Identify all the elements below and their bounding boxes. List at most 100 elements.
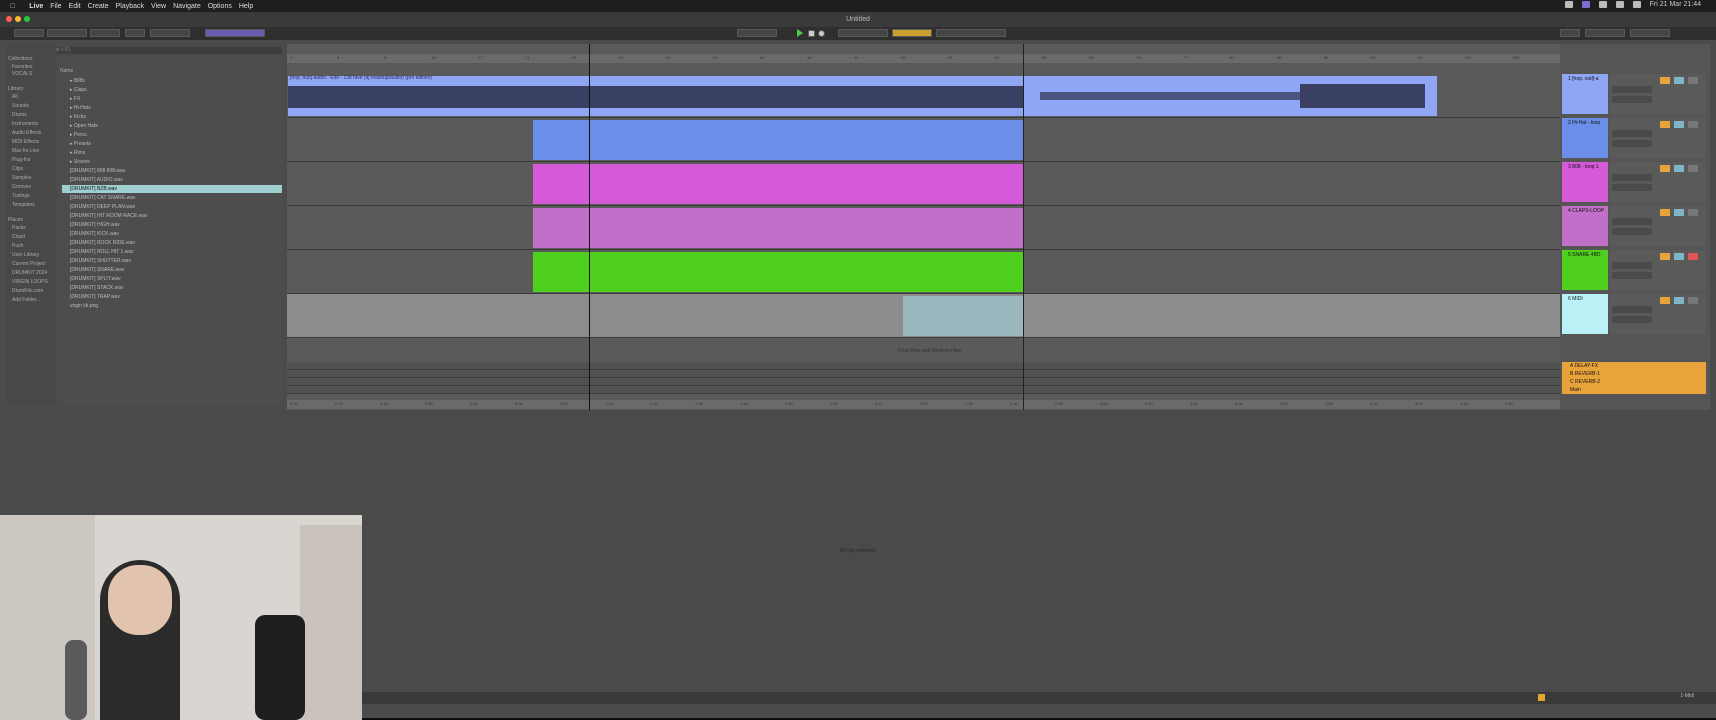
return-track-header[interactable]: A DELAY-FX xyxy=(1562,362,1706,370)
menubar-clock[interactable]: Fri 21 Mar 21:44 xyxy=(1650,1,1701,8)
places-item[interactable]: DRUMKIT 2024 xyxy=(12,270,47,276)
library-item[interactable]: Drums xyxy=(12,112,27,118)
solo-button[interactable] xyxy=(1674,297,1684,304)
file-item[interactable]: [DRUMKIT] BZB.wav xyxy=(62,185,282,193)
monitor-select[interactable] xyxy=(1612,140,1652,147)
file-item[interactable]: [DRUMKIT] DEEP PLAN.wav xyxy=(70,203,135,211)
solo-button[interactable] xyxy=(1674,209,1684,216)
file-item[interactable]: virgin kit.png xyxy=(70,302,98,310)
folder-item[interactable]: ▸ Hi-Hats xyxy=(70,104,91,112)
library-item[interactable]: Max for Live xyxy=(12,148,39,154)
arm-button[interactable] xyxy=(1688,253,1698,260)
midi-clip[interactable] xyxy=(533,120,1023,160)
menu-edit[interactable]: Edit xyxy=(69,3,81,10)
track-header[interactable]: 6 MIDI xyxy=(1562,294,1608,334)
solo-button[interactable] xyxy=(1674,77,1684,84)
monitor-select[interactable] xyxy=(1612,228,1652,235)
places-item[interactable]: Packs xyxy=(12,225,26,231)
places-item[interactable]: Add Folder... xyxy=(12,297,40,303)
return-lane[interactable] xyxy=(287,386,1560,394)
monitor-select[interactable] xyxy=(1612,272,1652,279)
library-item[interactable]: MIDI Effects xyxy=(12,139,39,145)
places-item[interactable]: VIRGIN LOOPS xyxy=(12,279,48,285)
arm-button[interactable] xyxy=(1688,209,1698,216)
minimize-icon[interactable] xyxy=(15,16,21,22)
metronome-button[interactable] xyxy=(125,29,145,37)
track-activator-button[interactable] xyxy=(1660,297,1670,304)
track-header[interactable]: 2 Hi-Hat - loop xyxy=(1562,118,1608,158)
menu-app[interactable]: Live xyxy=(29,3,43,10)
maximize-icon[interactable] xyxy=(24,16,30,22)
file-item[interactable]: [DRUMKIT] ROLL HIT 1.wav xyxy=(70,248,134,256)
midi-clip[interactable] xyxy=(533,164,1023,204)
library-item[interactable]: Samples xyxy=(12,175,31,181)
battery-icon[interactable] xyxy=(1615,1,1624,8)
menu-navigate[interactable]: Navigate xyxy=(173,3,201,10)
browser-search-input[interactable]: Search (Cmd + F) xyxy=(26,47,282,54)
library-item[interactable]: Templates xyxy=(12,202,35,208)
midi-clip[interactable] xyxy=(533,252,1023,292)
folder-item[interactable]: ▸ Presets xyxy=(70,140,91,148)
input-select[interactable] xyxy=(1612,174,1652,181)
track-activator-button[interactable] xyxy=(1660,77,1670,84)
collection-item[interactable]: Favorites xyxy=(12,64,33,70)
monitor-select[interactable] xyxy=(1612,96,1652,103)
folder-item[interactable]: ▸ Open Hats xyxy=(70,122,98,130)
return-track-header[interactable]: B REVERB-1 xyxy=(1562,370,1706,378)
track-header[interactable]: 5 SNARE 4BD xyxy=(1562,250,1608,290)
input-select[interactable] xyxy=(1612,86,1652,93)
warning-icon[interactable] xyxy=(1538,694,1545,701)
file-item[interactable]: [DRUMKIT] SNARE.wav xyxy=(70,266,124,274)
file-item[interactable]: [DRUMKIT] CAT SNARE.wav xyxy=(70,194,135,202)
track-activator-button[interactable] xyxy=(1660,253,1670,260)
track-activator-button[interactable] xyxy=(1660,121,1670,128)
file-item[interactable]: [DRUMKIT] 808 808.wav xyxy=(70,167,125,175)
key-map-button[interactable] xyxy=(1560,29,1580,37)
places-item[interactable]: Current Project xyxy=(12,261,46,267)
file-item[interactable]: [DRUMKIT] HIGH.wav xyxy=(70,221,120,229)
solo-button[interactable] xyxy=(1674,253,1684,260)
folder-item[interactable]: ▸ Rims xyxy=(70,149,85,157)
file-item[interactable]: [DRUMKIT] ROCK RIDE.wav xyxy=(70,239,135,247)
play-button[interactable] xyxy=(797,29,803,37)
input-select[interactable] xyxy=(1612,130,1652,137)
arm-button[interactable] xyxy=(1688,121,1698,128)
track-header[interactable]: 4 CLAPS-LOOP xyxy=(1562,206,1608,246)
arrangement-position[interactable] xyxy=(737,29,777,37)
input-select[interactable] xyxy=(1612,262,1652,269)
monitor-select[interactable] xyxy=(1612,184,1652,191)
arm-button[interactable] xyxy=(1688,297,1698,304)
track-header[interactable]: 3 808 - loop 1 xyxy=(1562,162,1608,202)
time-ruler[interactable]: 0:00 0:10 0:20 0:30 0:40 0:50 1:00 1:10 1:20 1:30… xyxy=(287,400,1560,409)
solo-button[interactable] xyxy=(1674,121,1684,128)
places-item[interactable]: Cloud xyxy=(12,234,25,240)
tap-button[interactable] xyxy=(14,29,44,37)
places-item[interactable]: Push xyxy=(12,243,23,249)
status-icon[interactable] xyxy=(1581,1,1590,8)
midi-indicator[interactable] xyxy=(1630,29,1670,37)
close-icon[interactable] xyxy=(6,16,12,22)
cpu-meter[interactable] xyxy=(1585,29,1625,37)
collection-item[interactable]: VOCALS xyxy=(12,71,32,77)
return-lane[interactable] xyxy=(287,378,1560,386)
library-item[interactable]: Sounds xyxy=(12,103,29,109)
input-select[interactable] xyxy=(1612,306,1652,313)
stop-button[interactable] xyxy=(808,30,815,37)
file-item[interactable]: [DRUMKIT] STACK.wav xyxy=(70,284,124,292)
time-signature[interactable] xyxy=(90,29,120,37)
library-item[interactable]: All xyxy=(12,94,18,100)
menu-file[interactable]: File xyxy=(50,3,61,10)
menu-help[interactable]: Help xyxy=(239,3,253,10)
loop-start[interactable] xyxy=(838,29,888,37)
library-item[interactable]: Audio Effects xyxy=(12,130,41,136)
menu-view[interactable]: View xyxy=(151,3,166,10)
file-item[interactable]: [DRUMKIT] TRAP.wav xyxy=(70,293,120,301)
folder-item[interactable]: ▸ Claps xyxy=(70,86,87,94)
return-lane[interactable] xyxy=(287,370,1560,378)
folder-item[interactable]: ▸ Snares xyxy=(70,158,90,166)
loop-length[interactable] xyxy=(936,29,1006,37)
search-icon[interactable] xyxy=(1632,1,1641,8)
wifi-icon[interactable] xyxy=(1598,1,1607,8)
solo-button[interactable] xyxy=(1674,165,1684,172)
library-item[interactable]: Grooves xyxy=(12,184,31,190)
